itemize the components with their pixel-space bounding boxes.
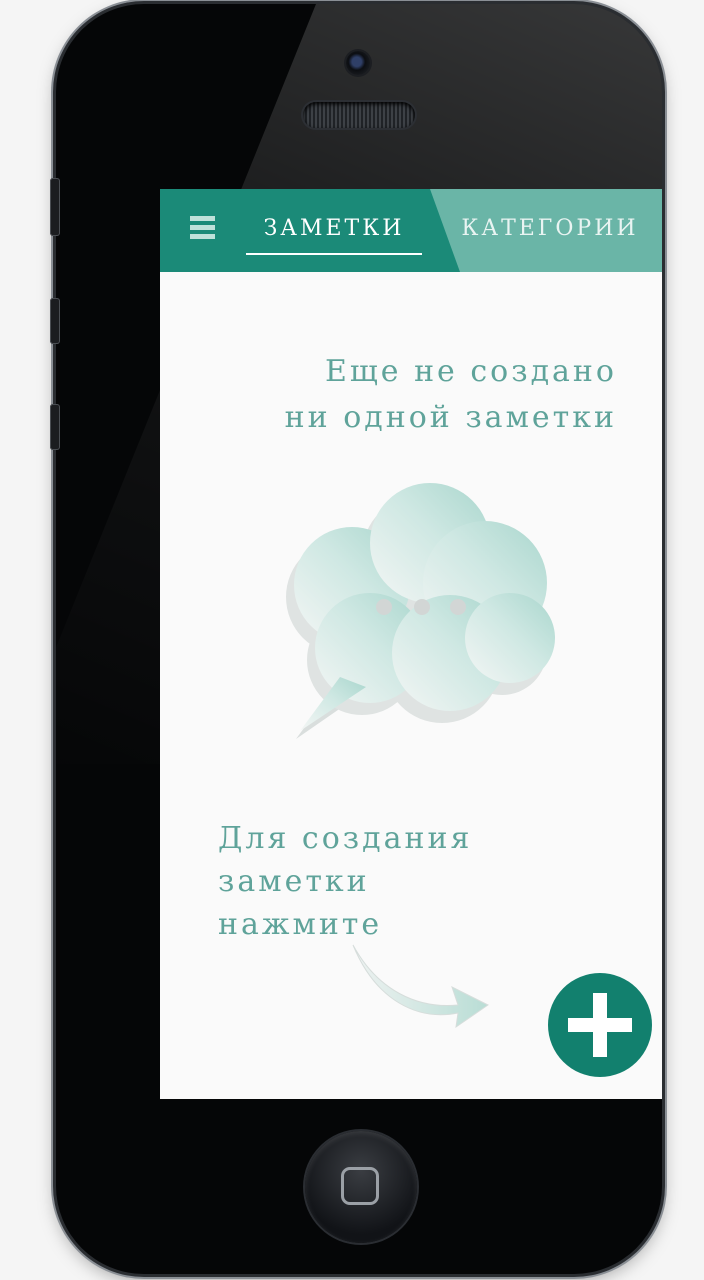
earpiece-speaker xyxy=(303,102,415,128)
app-screen: ЗАМЕТКИ КАТЕГОРИИ Еще не создано ни одно… xyxy=(160,189,662,1099)
tab-categories[interactable]: КАТЕГОРИИ xyxy=(460,213,640,253)
add-note-button[interactable] xyxy=(548,973,652,1077)
curved-arrow-icon xyxy=(352,944,489,1029)
empty-state-line-2: ни одной заметки xyxy=(284,400,617,435)
home-button[interactable] xyxy=(305,1131,417,1243)
hint-line-3: нажмите xyxy=(218,907,383,942)
speech-bubble-icon xyxy=(286,483,555,739)
empty-state-message: Еще не создано ни одной заметки xyxy=(237,349,617,441)
hint-line-2: заметки xyxy=(218,864,370,899)
volume-down-button xyxy=(50,404,60,450)
tab-notes[interactable]: ЗАМЕТКИ xyxy=(246,213,422,255)
mute-switch xyxy=(50,178,60,236)
volume-up-button xyxy=(50,298,60,344)
top-app-bar: ЗАМЕТКИ КАТЕГОРИИ xyxy=(160,189,662,272)
hamburger-menu-icon[interactable] xyxy=(190,216,215,242)
hint-line-1: Для создания xyxy=(218,821,473,856)
empty-state-line-1: Еще не создано xyxy=(324,354,617,389)
phone-frame: ЗАМЕТКИ КАТЕГОРИИ Еще не создано ни одно… xyxy=(56,4,662,1274)
front-camera xyxy=(346,51,370,75)
create-note-hint: Для создания заметки нажмите xyxy=(218,817,518,946)
home-square-icon xyxy=(341,1167,379,1205)
